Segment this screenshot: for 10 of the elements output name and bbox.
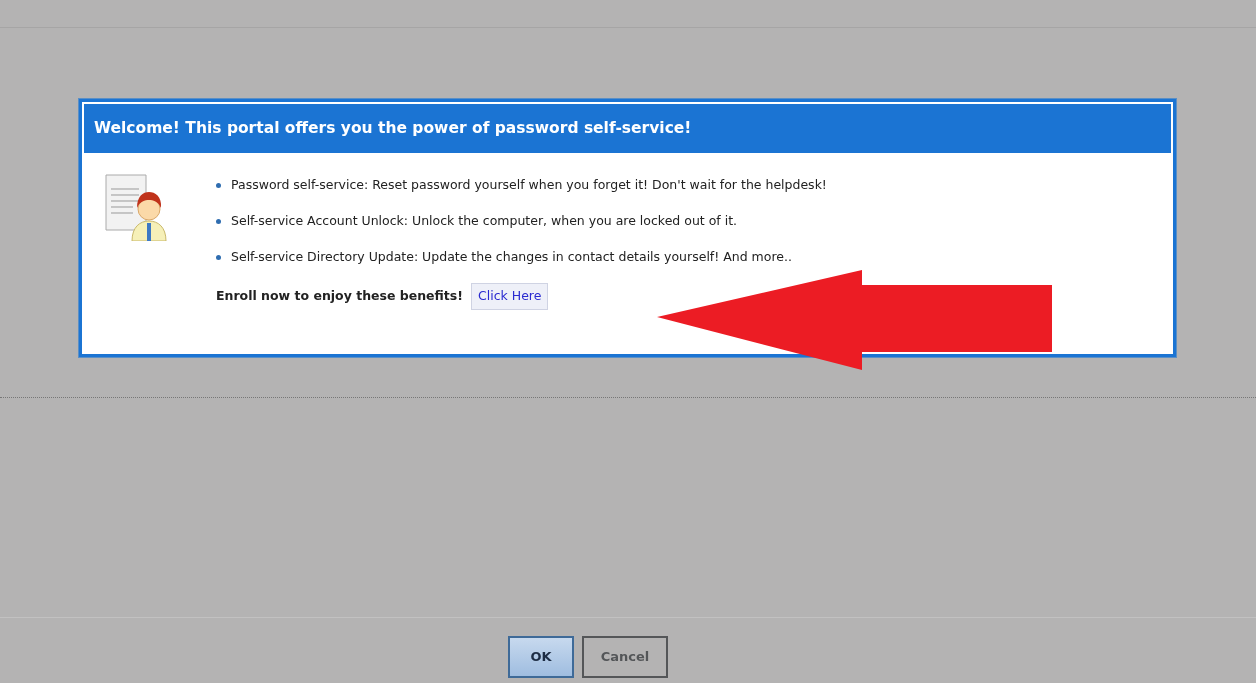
dialog-title: Welcome! This portal offers you the power of password self-service! (84, 104, 1171, 154)
bullet-icon (216, 182, 221, 188)
benefit-text: Password self-service: Reset password yourself when you forget it! Don't wait for the helpdesk! (231, 175, 827, 194)
click-here-link[interactable]: Click Here (470, 283, 549, 310)
benefit-text: Self-service Directory Update: Update the changes in contact details yourself! And more.. (231, 247, 792, 266)
bullet-icon (216, 254, 221, 260)
benefit-text: Self-service Account Unlock: Unlock the computer, when you are locked out of it. (231, 211, 738, 230)
ok-button[interactable]: OK (508, 636, 574, 678)
enroll-prompt: Enroll now to enjoy these benefits! (216, 287, 463, 306)
bullet-icon (216, 218, 221, 224)
